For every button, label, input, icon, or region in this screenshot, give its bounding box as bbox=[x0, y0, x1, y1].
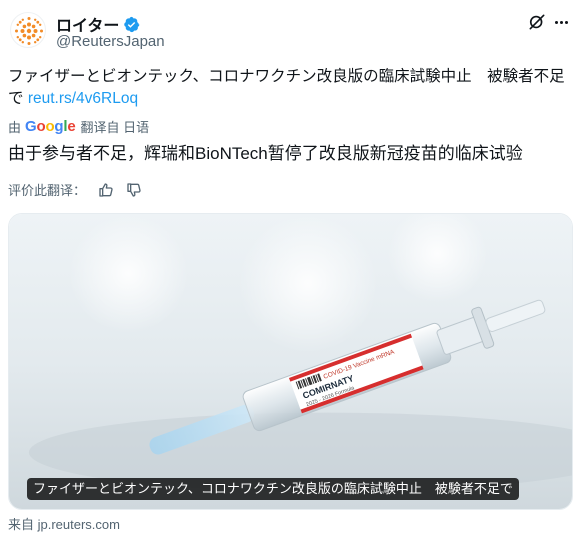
translated-by-prefix: 由 bbox=[8, 120, 22, 135]
thumbs-down-icon[interactable] bbox=[126, 182, 142, 198]
more-icon[interactable] bbox=[551, 12, 571, 32]
tweet-link[interactable]: reut.rs/4v6RLoq bbox=[28, 90, 138, 107]
verified-badge-icon bbox=[124, 16, 140, 32]
account-handle[interactable]: @ReutersJapan bbox=[56, 33, 165, 50]
rate-label: 评价此翻译： bbox=[8, 183, 87, 198]
more-dot bbox=[554, 20, 558, 24]
rate-translation: 评价此翻译： bbox=[8, 180, 142, 199]
link-source[interactable]: 来自 jp.reuters.com bbox=[8, 514, 120, 533]
translated-by: 由 Google 翻译自 日语 bbox=[8, 117, 149, 136]
avatar[interactable] bbox=[10, 12, 46, 48]
vaccine-syringe-photo: COVID-19 Vaccine mRNA COMIRNATY 2025 - 2… bbox=[9, 214, 572, 509]
thumbs-up-icon[interactable] bbox=[98, 182, 114, 198]
link-card-image[interactable]: COVID-19 Vaccine mRNA COMIRNATY 2025 - 2… bbox=[8, 213, 573, 510]
more-dot bbox=[564, 20, 568, 24]
more-dot bbox=[559, 20, 563, 24]
link-card-caption: ファイザーとビオンテック、コロナワクチン改良版の臨床試験中止 被験者不足で bbox=[27, 478, 519, 500]
translated-text: 由于参与者不足，辉瑞和BioNTech暂停了改良版新冠疫苗的临床试验 bbox=[8, 144, 523, 163]
tweet-text: ファイザーとビオンテック、コロナワクチン改良版の臨床試験中止 被験者不足で re… bbox=[8, 66, 568, 110]
reuters-logo-icon bbox=[15, 17, 43, 45]
source-language-link[interactable]: 翻译自 日语 bbox=[81, 117, 150, 136]
tweet-header: ロイター @ReutersJapan bbox=[10, 10, 573, 54]
grok-icon[interactable] bbox=[527, 12, 547, 32]
google-logo: Google bbox=[25, 118, 76, 135]
